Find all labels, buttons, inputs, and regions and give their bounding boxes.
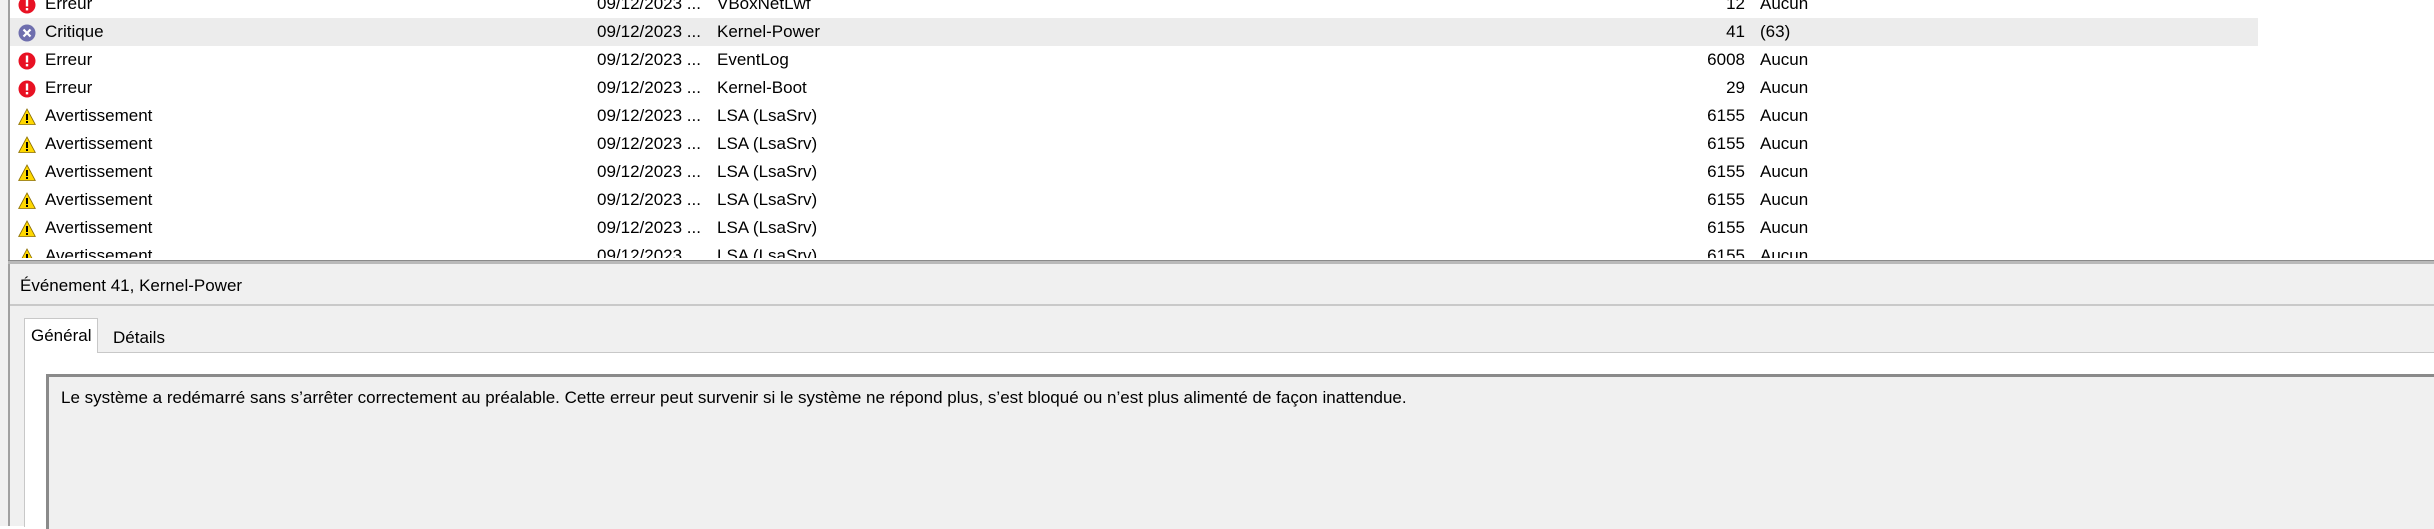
event-id: 6155 xyxy=(1707,246,1745,258)
event-row[interactable]: Avertissement 09/12/2023 ... LSA (LsaSrv) 6… xyxy=(10,214,2434,242)
event-row[interactable]: Avertissement 09/12/2023 ... LSA (LsaSrv) 6… xyxy=(10,130,2434,158)
event-level: Avertissement xyxy=(45,106,153,125)
event-category: Aucun xyxy=(1760,218,1809,237)
event-category: Aucun xyxy=(1760,78,1809,97)
event-description-box[interactable]: Le système a redémarré sans s’arrêter co… xyxy=(46,374,2434,529)
event-level: Avertissement xyxy=(45,246,153,258)
event-level: Erreur xyxy=(45,50,93,69)
event-date: 09/12/2023 ... xyxy=(597,0,701,13)
event-level: Avertissement xyxy=(45,218,153,237)
event-level: Erreur xyxy=(45,78,93,97)
event-date: 09/12/2023 ... xyxy=(597,190,701,209)
event-category: Aucun xyxy=(1760,50,1809,69)
event-description-text: Le système a redémarré sans s’arrêter co… xyxy=(61,388,1407,407)
event-date: 09/12/2023 ... xyxy=(597,162,701,181)
error-icon xyxy=(18,51,36,70)
event-source: LSA (LsaSrv) xyxy=(717,218,818,237)
event-id: 6155 xyxy=(1707,106,1745,125)
event-details-pane: Événement 41, Kernel-Power Général Détai… xyxy=(10,264,2434,529)
event-date: 09/12/2023 ... xyxy=(597,134,701,153)
warning-icon xyxy=(18,191,36,209)
event-category: (63) xyxy=(1760,22,1791,41)
event-category: Aucun xyxy=(1760,134,1809,153)
event-id: 6155 xyxy=(1707,218,1745,237)
event-row[interactable]: Avertissement 09/12/2023 ... LSA (LsaSrv) 6… xyxy=(10,242,2434,258)
event-source: VBoxNetLwf xyxy=(717,0,811,13)
warning-icon xyxy=(18,163,36,181)
event-date: 09/12/2023 ... xyxy=(597,218,701,237)
event-date: 09/12/2023 ... xyxy=(597,22,701,41)
critical-icon xyxy=(18,23,36,42)
event-row[interactable]: Avertissement 09/12/2023 ... LSA (LsaSrv) 6… xyxy=(10,158,2434,186)
event-category: Aucun xyxy=(1760,162,1809,181)
event-date: 09/12/2023 ... xyxy=(597,246,701,258)
warning-icon xyxy=(18,107,36,125)
event-row[interactable]: Erreur 09/12/2023 ... VBoxNetLwf 12 Aucun xyxy=(10,0,2434,18)
title-separator xyxy=(10,304,2434,306)
event-source: Kernel-Power xyxy=(717,22,820,41)
event-row[interactable]: Erreur 09/12/2023 ... Kernel-Boot 29 Aucun xyxy=(10,74,2434,102)
event-level: Avertissement xyxy=(45,190,153,209)
event-details-title: Événement 41, Kernel-Power xyxy=(20,276,243,295)
event-category: Aucun xyxy=(1760,106,1809,125)
event-row[interactable]: Critique 09/12/2023 ... Kernel-Power 41 (63) xyxy=(10,18,2434,46)
error-icon xyxy=(18,79,36,98)
event-row[interactable]: Erreur 09/12/2023 ... EventLog 6008 Aucun xyxy=(10,46,2434,74)
event-row[interactable]: Avertissement 09/12/2023 ... LSA (LsaSrv) 6… xyxy=(10,102,2434,130)
event-category: Aucun xyxy=(1760,0,1809,13)
event-level: Critique xyxy=(45,22,104,41)
event-source: LSA (LsaSrv) xyxy=(717,162,818,181)
event-level: Avertissement xyxy=(45,162,153,181)
event-date: 09/12/2023 ... xyxy=(597,50,701,69)
event-id: 6155 xyxy=(1707,134,1745,153)
event-id: 6155 xyxy=(1707,190,1745,209)
tab-general[interactable]: Général xyxy=(24,318,99,353)
event-list[interactable]: Erreur 09/12/2023 ... VBoxNetLwf 12 Aucun Cri… xyxy=(10,0,2434,258)
event-level: Erreur xyxy=(45,0,93,13)
event-category: Aucun xyxy=(1760,190,1809,209)
event-source: Kernel-Boot xyxy=(717,78,807,97)
event-date: 09/12/2023 ... xyxy=(597,106,701,125)
event-id: 6155 xyxy=(1707,162,1745,181)
event-id: 29 xyxy=(1726,78,1745,97)
event-source: LSA (LsaSrv) xyxy=(717,190,818,209)
event-id: 41 xyxy=(1726,22,1745,41)
warning-icon xyxy=(18,219,36,237)
event-source: LSA (LsaSrv) xyxy=(717,106,818,125)
event-date: 09/12/2023 ... xyxy=(597,78,701,97)
event-source: LSA (LsaSrv) xyxy=(717,246,818,258)
event-source: LSA (LsaSrv) xyxy=(717,134,818,153)
event-row[interactable]: Avertissement 09/12/2023 ... LSA (LsaSrv) 6… xyxy=(10,186,2434,214)
warning-icon xyxy=(18,247,36,258)
event-id: 12 xyxy=(1726,0,1745,13)
tab-details[interactable]: Détails xyxy=(107,324,171,352)
event-id: 6008 xyxy=(1707,50,1745,69)
event-source: EventLog xyxy=(717,50,789,69)
error-icon xyxy=(18,0,36,14)
warning-icon xyxy=(18,135,36,153)
event-level: Avertissement xyxy=(45,134,153,153)
event-category: Aucun xyxy=(1760,246,1809,258)
